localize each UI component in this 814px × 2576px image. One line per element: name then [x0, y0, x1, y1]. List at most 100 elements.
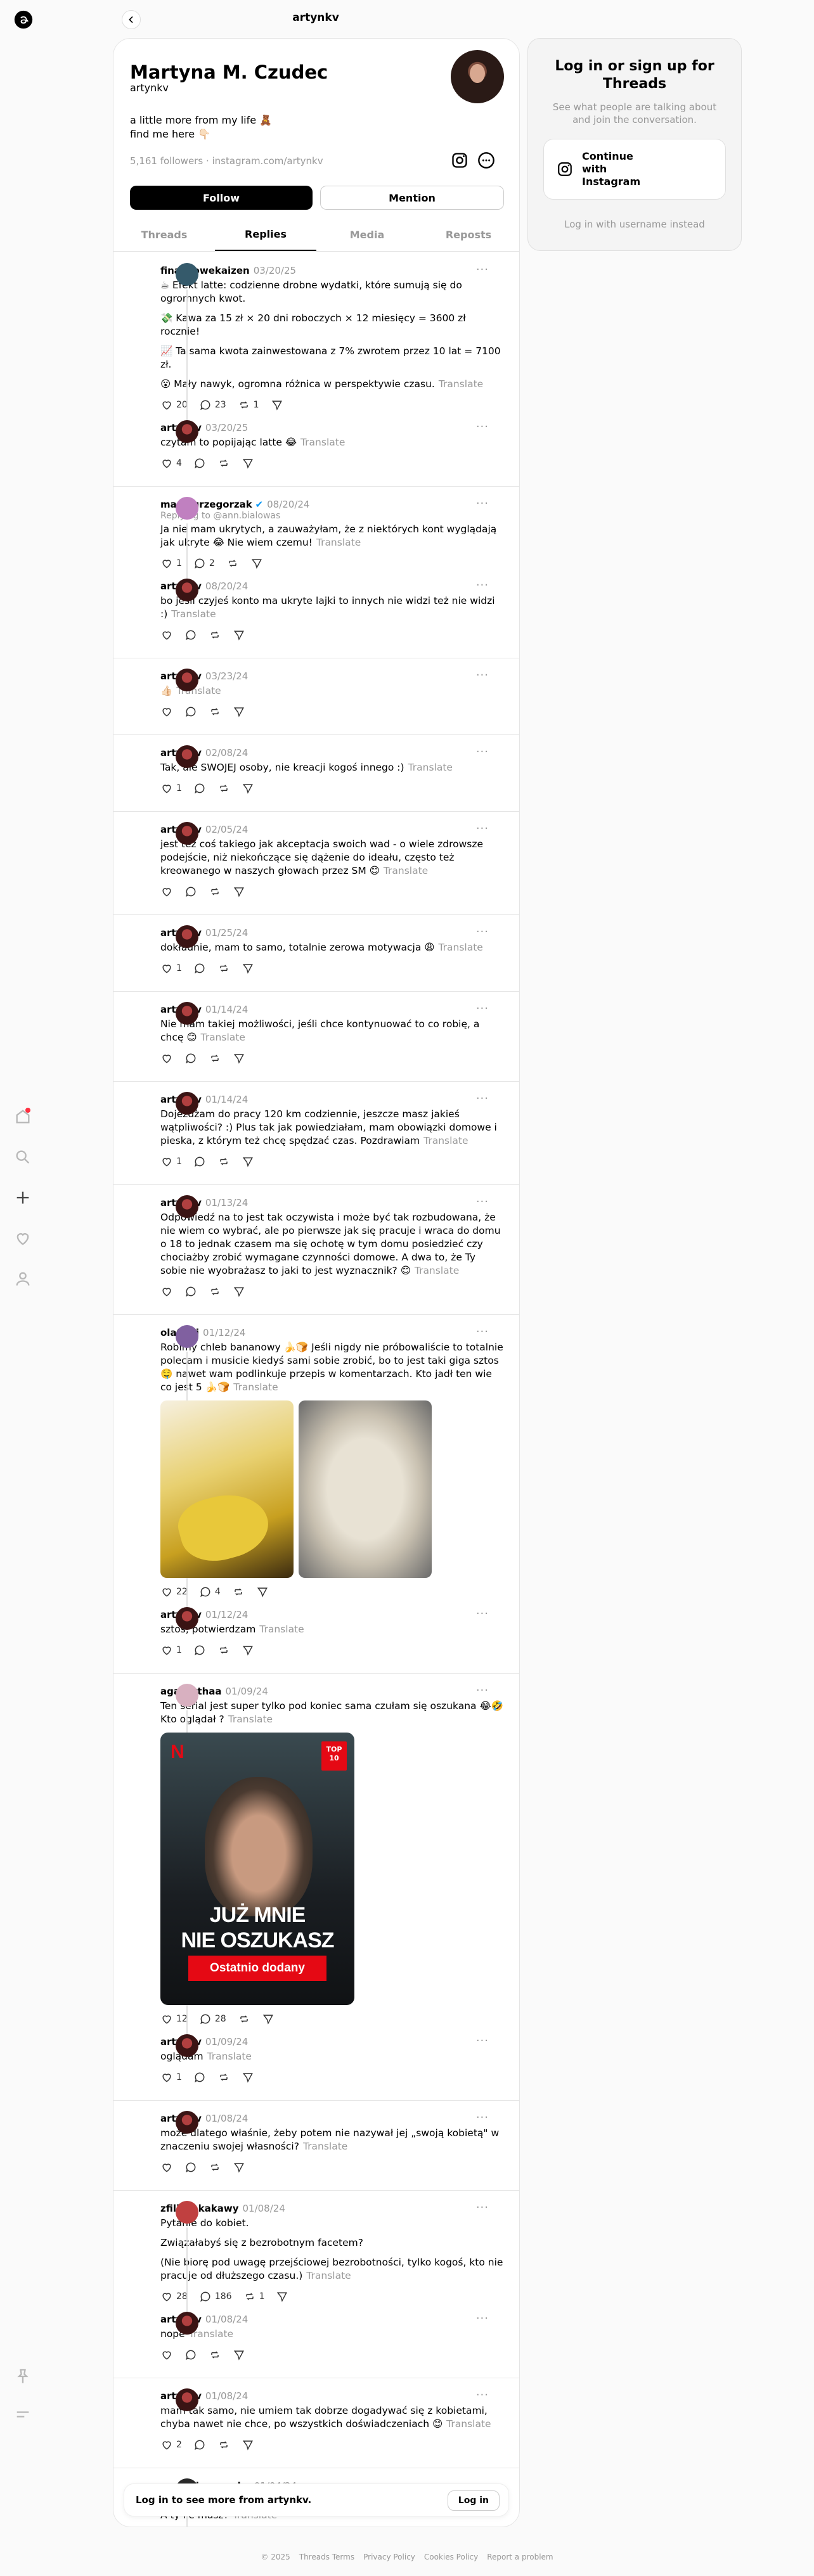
continue-instagram-button[interactable]: Continue with Instagram: [543, 139, 726, 200]
translate-link[interactable]: Translate: [415, 1265, 459, 1276]
more-icon[interactable]: ···: [476, 1325, 489, 1338]
post-date[interactable]: 03/20/25: [254, 265, 296, 276]
translate-link[interactable]: Translate: [300, 437, 345, 448]
thread-post[interactable]: olaf.ski01/12/24···Robimy chleb bananowy…: [160, 1325, 504, 1610]
avatar[interactable]: [176, 263, 198, 286]
like-button[interactable]: [160, 1052, 173, 1065]
reply-button[interactable]: [184, 2349, 197, 2361]
more-icon[interactable]: ···: [476, 1607, 489, 1620]
avatar[interactable]: [176, 2388, 198, 2411]
more-icon[interactable]: ···: [476, 2034, 489, 2047]
more-icon[interactable]: ···: [476, 925, 489, 939]
more-icon[interactable]: ···: [476, 2201, 489, 2214]
reply-button[interactable]: [184, 705, 197, 718]
like-button[interactable]: 20: [160, 399, 188, 411]
more-icon[interactable]: ···: [476, 745, 489, 759]
profile-link[interactable]: instagram.com/artynkv: [212, 155, 323, 167]
post-date[interactable]: 08/20/24: [205, 580, 248, 592]
like-button[interactable]: 12: [160, 2013, 188, 2025]
post-date[interactable]: 03/20/25: [205, 422, 248, 433]
share-button[interactable]: [271, 399, 283, 411]
translate-link[interactable]: Translate: [439, 378, 483, 390]
post-date[interactable]: 01/09/24: [226, 1686, 268, 1697]
post-date[interactable]: 02/08/24: [205, 747, 248, 759]
more-icon[interactable]: ···: [476, 1092, 489, 1105]
tab-threads[interactable]: Threads: [113, 219, 215, 251]
avatar[interactable]: [176, 2111, 198, 2134]
like-button[interactable]: [160, 885, 173, 898]
post-username[interactable]: martagrzegorzak: [160, 499, 252, 510]
avatar[interactable]: [176, 1195, 198, 1218]
share-button[interactable]: [233, 2161, 245, 2174]
avatar[interactable]: [176, 822, 198, 845]
translate-link[interactable]: Translate: [423, 1135, 468, 1146]
create-icon[interactable]: [14, 1189, 33, 1208]
translate-link[interactable]: Translate: [233, 1381, 278, 1393]
share-button[interactable]: [256, 1586, 269, 1598]
more-icon[interactable]: ···: [476, 2111, 489, 2124]
like-button[interactable]: 1: [160, 1644, 182, 1656]
avatar[interactable]: [176, 497, 198, 520]
share-button[interactable]: [233, 1052, 245, 1065]
reply-button[interactable]: 23: [199, 399, 226, 411]
share-button[interactable]: [262, 2013, 275, 2025]
share-button[interactable]: [250, 557, 263, 570]
repost-button[interactable]: [209, 629, 221, 641]
like-button[interactable]: 1: [160, 2071, 182, 2084]
reply-button[interactable]: [184, 629, 197, 641]
thread-post[interactable]: artynkv01/09/24···oglądamTranslate1: [160, 2034, 504, 2085]
thread-post[interactable]: martagrzegorzak ✔ 08/20/24 ··· Replying to …: [160, 497, 504, 581]
username-login-link[interactable]: Log in with username instead: [528, 219, 741, 230]
more-icon[interactable]: ···: [476, 497, 489, 510]
thread-post[interactable]: artynkv01/12/24···sztos, potwierdzamTran…: [160, 1607, 504, 1658]
reply-button[interactable]: [184, 885, 197, 898]
more-icon[interactable]: ···: [476, 1195, 489, 1208]
thread-post[interactable]: artynkv02/05/24···jest też coś takiego j…: [160, 822, 504, 899]
repost-button[interactable]: 1: [243, 2290, 264, 2303]
repost-button[interactable]: [232, 1586, 245, 1598]
thread-post[interactable]: artynkv01/08/24···może dlatego właśnie, …: [160, 2111, 504, 2175]
tab-replies[interactable]: Replies: [215, 219, 316, 251]
like-button[interactable]: 22: [160, 1586, 188, 1598]
reply-button[interactable]: [193, 2438, 206, 2451]
thread-post[interactable]: artynkv03/23/24···👍🏻Translate: [160, 669, 504, 719]
thread-post[interactable]: artynkv01/14/24···Dojeżdżam do pracy 120…: [160, 1092, 504, 1169]
more-icon[interactable]: ···: [476, 2312, 489, 2325]
translate-link[interactable]: Translate: [228, 1714, 273, 1725]
login-button[interactable]: Log in: [447, 2490, 500, 2511]
share-button[interactable]: [233, 705, 245, 718]
reply-button[interactable]: [193, 1155, 206, 1168]
more-icon[interactable]: ···: [476, 669, 489, 682]
more-icon[interactable]: ···: [476, 822, 489, 835]
post-date[interactable]: 01/08/24: [205, 2390, 248, 2402]
repost-button[interactable]: 1: [238, 399, 259, 411]
repost-button[interactable]: [217, 2071, 230, 2084]
reply-button[interactable]: [193, 2071, 206, 2084]
reply-button[interactable]: [193, 457, 206, 470]
share-button[interactable]: [242, 782, 254, 795]
avatar[interactable]: [176, 745, 198, 768]
post-date[interactable]: 03/23/24: [205, 670, 248, 682]
profile-icon[interactable]: [14, 1270, 33, 1289]
footer-link-terms[interactable]: Threads Terms: [299, 2553, 354, 2561]
like-button[interactable]: 4: [160, 457, 182, 470]
post-image-poster[interactable]: N TOP 10 JUŻ MNIE NIE OSZUKASZ Ostatnio doda…: [160, 1733, 354, 2005]
avatar[interactable]: [176, 2201, 198, 2224]
repost-button[interactable]: [226, 557, 239, 570]
post-date[interactable]: 01/13/24: [205, 1197, 248, 1208]
repost-button[interactable]: [209, 2349, 221, 2361]
translate-link[interactable]: Translate: [446, 2418, 491, 2430]
more-icon[interactable]: ···: [476, 420, 489, 433]
follow-button[interactable]: Follow: [130, 186, 313, 210]
thread-post[interactable]: artynkv01/08/24···mam tak samo, nie umie…: [160, 2388, 504, 2452]
post-date[interactable]: 01/25/24: [205, 927, 248, 939]
repost-button[interactable]: [217, 962, 230, 975]
reply-button[interactable]: 4: [199, 1586, 221, 1598]
share-button[interactable]: [242, 1155, 254, 1168]
like-button[interactable]: 2: [160, 2438, 182, 2451]
like-button[interactable]: 1: [160, 557, 182, 570]
reply-button[interactable]: [184, 1285, 197, 1298]
reply-button[interactable]: [193, 1644, 206, 1656]
thread-post[interactable]: artynkv08/20/24···bo jeśli czyjeś konto …: [160, 579, 504, 643]
translate-link[interactable]: Translate: [316, 537, 361, 548]
